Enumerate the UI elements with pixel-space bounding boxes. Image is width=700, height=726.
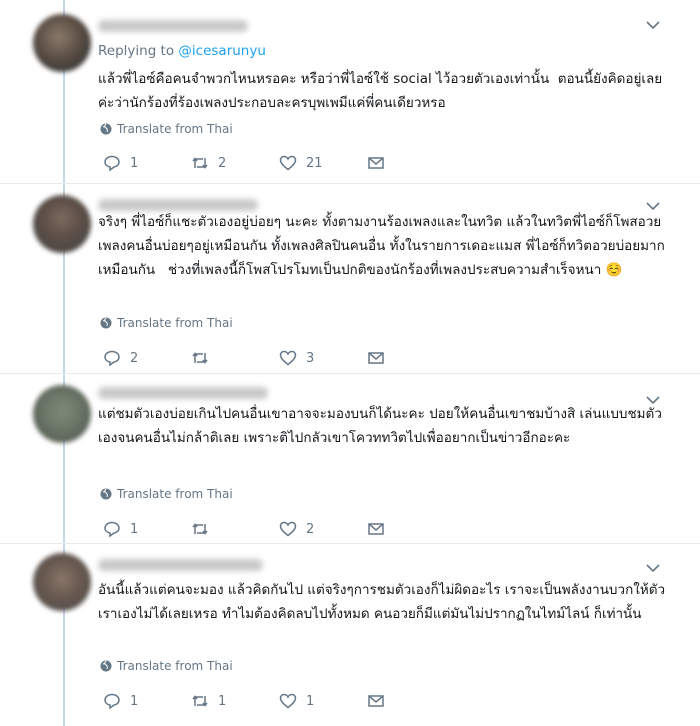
heart-icon xyxy=(279,350,297,366)
replying-to-handle-link[interactable]: @icesarunyu xyxy=(178,43,266,59)
globe-icon xyxy=(100,123,112,135)
translate-label: Translate from Thai xyxy=(117,122,233,136)
reply-count: 2 xyxy=(130,350,139,366)
envelope-icon xyxy=(368,157,384,169)
envelope-icon xyxy=(368,352,384,364)
reply-icon xyxy=(104,693,120,710)
reply-button[interactable]: 1 xyxy=(103,154,191,172)
tweet-text: แล้วพี่ไอซ์คือคนจำพวกไหนหรอคะ หรือว่าพี่… xyxy=(98,71,663,111)
like-count: 3 xyxy=(306,350,315,366)
replying-to-label: Replying to xyxy=(98,43,175,59)
reply-icon xyxy=(104,521,120,538)
blurred-author-name[interactable] xyxy=(98,559,263,571)
heart-icon xyxy=(279,521,297,537)
retweet-count: 1 xyxy=(218,693,227,709)
reply-icon xyxy=(104,155,120,172)
retweet-button[interactable]: 1 xyxy=(191,692,279,710)
avatar[interactable] xyxy=(33,14,91,72)
tweet-text: จริงๆ พี่ไอซ์ก็แชะตัวเองอยู่บ่อยๆ นะคะ ท… xyxy=(98,214,665,278)
reply-count: 1 xyxy=(130,155,139,171)
blurred-author-name[interactable] xyxy=(98,387,268,399)
tweet[interactable]: จริงๆ พี่ไอซ์ก็แชะตัวเองอยู่บ่อยๆ นะคะ ท… xyxy=(0,183,700,374)
retweet-icon xyxy=(192,352,208,364)
globe-icon xyxy=(100,660,112,672)
translate-label: Translate from Thai xyxy=(117,659,233,673)
envelope-icon xyxy=(368,523,384,535)
translate-link[interactable]: Translate from Thai xyxy=(100,659,233,673)
like-button[interactable]: 1 xyxy=(279,692,367,710)
retweet-button[interactable] xyxy=(191,520,279,538)
translate-label: Translate from Thai xyxy=(117,316,233,330)
reply-button[interactable]: 1 xyxy=(103,520,191,538)
envelope-icon xyxy=(368,695,384,707)
tweet-actions: 1 1 1 xyxy=(103,691,455,711)
tweet[interactable]: อันนี้แล้วแต่คนจะมอง แล้วคิดกันไป แต่จริ… xyxy=(0,543,700,726)
chevron-down-icon[interactable] xyxy=(646,563,660,573)
translate-link[interactable]: Translate from Thai xyxy=(100,122,233,136)
reply-button[interactable]: 2 xyxy=(103,349,191,367)
like-button[interactable]: 2 xyxy=(279,520,367,538)
tweet-actions: 1 2 21 xyxy=(103,153,455,173)
globe-icon xyxy=(100,488,112,500)
tweet-actions: 2 3 xyxy=(103,348,455,368)
like-count: 21 xyxy=(306,155,323,171)
blurred-author-name[interactable] xyxy=(98,20,248,32)
avatar[interactable] xyxy=(33,195,91,253)
avatar[interactable] xyxy=(33,553,91,611)
heart-icon xyxy=(279,155,297,171)
translate-link[interactable]: Translate from Thai xyxy=(100,487,233,501)
translate-label: Translate from Thai xyxy=(117,487,233,501)
like-button[interactable]: 21 xyxy=(279,154,367,172)
direct-message-button[interactable] xyxy=(367,349,455,367)
direct-message-button[interactable] xyxy=(367,154,455,172)
translate-link[interactable]: Translate from Thai xyxy=(100,316,233,330)
replying-to: Replying to @icesarunyu xyxy=(98,43,266,59)
tweet[interactable]: แต่ชมตัวเองบ่อยเกินไปคนอื่นเขาอาจจะมองบน… xyxy=(0,373,700,544)
tweet-actions: 1 2 xyxy=(103,519,455,539)
retweet-count: 2 xyxy=(218,155,227,171)
retweet-icon xyxy=(192,523,208,535)
avatar[interactable] xyxy=(33,385,91,443)
retweet-icon xyxy=(192,695,208,707)
heart-icon xyxy=(279,693,297,709)
like-button[interactable]: 3 xyxy=(279,349,367,367)
tweet-text: อันนี้แล้วแต่คนจะมอง แล้วคิดกันไป แต่จริ… xyxy=(98,582,666,622)
reply-button[interactable]: 1 xyxy=(103,692,191,710)
retweet-button[interactable] xyxy=(191,349,279,367)
reply-count: 1 xyxy=(130,693,139,709)
retweet-icon xyxy=(192,157,208,169)
reply-count: 1 xyxy=(130,521,139,537)
direct-message-button[interactable] xyxy=(367,520,455,538)
tweet-text: แต่ชมตัวเองบ่อยเกินไปคนอื่นเขาอาจจะมองบน… xyxy=(98,406,662,446)
reply-icon xyxy=(104,350,120,367)
globe-icon xyxy=(100,317,112,329)
retweet-button[interactable]: 2 xyxy=(191,154,279,172)
like-count: 2 xyxy=(306,521,315,537)
chevron-down-icon[interactable] xyxy=(646,20,660,30)
tweet[interactable]: Replying to @icesarunyu แล้วพี่ไอซ์คือคน… xyxy=(0,0,700,184)
direct-message-button[interactable] xyxy=(367,692,455,710)
like-count: 1 xyxy=(306,693,315,709)
